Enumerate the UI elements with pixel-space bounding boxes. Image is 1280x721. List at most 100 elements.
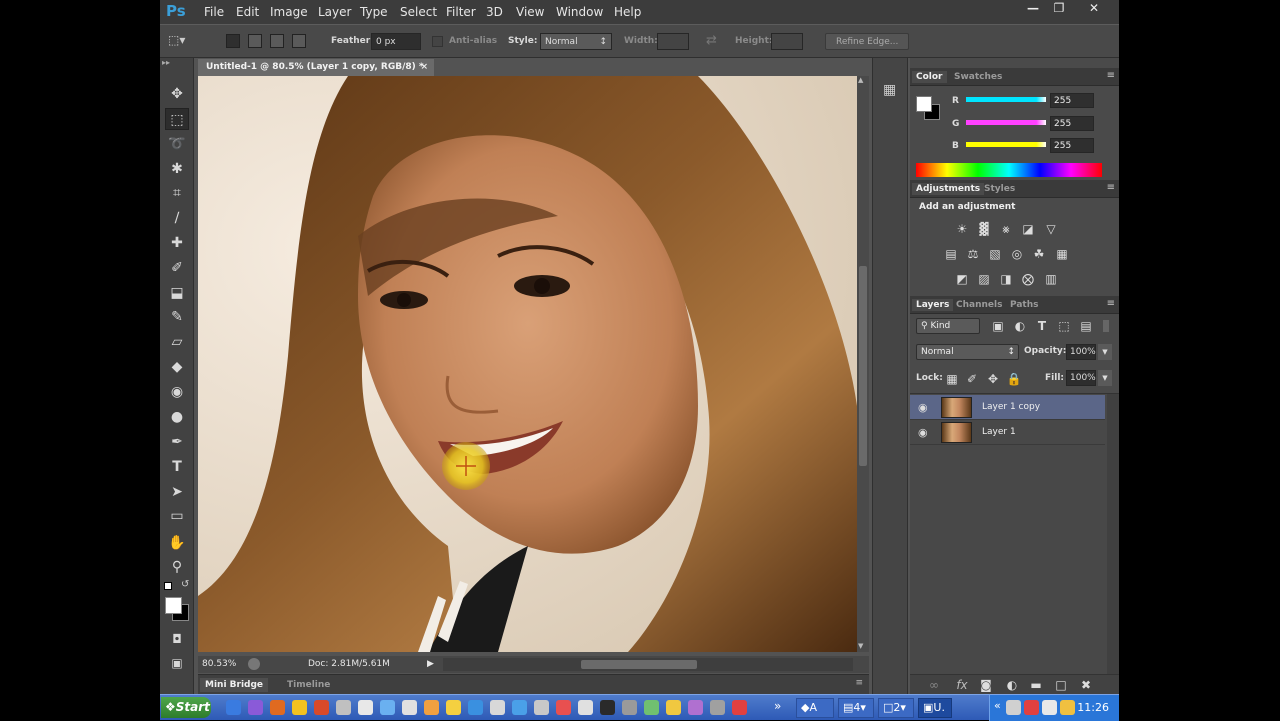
foreground-color-chip[interactable] [916, 96, 932, 112]
style-select[interactable]: Normal ↕ [540, 33, 612, 50]
layer-row[interactable]: ◉ Layer 1 copy [910, 395, 1105, 420]
visibility-eye-icon[interactable]: ◉ [918, 426, 928, 439]
layer-row[interactable]: ◉ Layer 1 [910, 420, 1105, 445]
app-icon[interactable] [600, 700, 615, 715]
document-tab[interactable]: Untitled-1 @ 80.5% (Layer 1 copy, RGB/8)… [198, 59, 434, 76]
taskbar-item-active[interactable]: ▣U. [918, 698, 952, 718]
app-icon[interactable] [688, 700, 703, 715]
restore-button[interactable]: ❐ [1047, 1, 1071, 17]
vibrance-icon[interactable]: ▽ [1043, 222, 1059, 236]
taskbar-group[interactable]: ▤4▾ [838, 698, 874, 718]
curves-icon[interactable]: ⨳ [998, 222, 1014, 236]
new-selection-icon[interactable] [226, 34, 240, 48]
app-icon[interactable] [468, 700, 483, 715]
gradient-map-icon[interactable]: ▥ [1043, 272, 1059, 286]
panel-menu-icon[interactable]: ≡ [1107, 70, 1115, 81]
app-icon[interactable] [446, 700, 461, 715]
link-layers-icon[interactable]: ∞ [926, 678, 942, 692]
filter-adjustment-icon[interactable]: ◐ [1012, 319, 1028, 333]
subtract-selection-icon[interactable] [270, 34, 284, 48]
tray-icon[interactable] [1024, 700, 1039, 715]
app-icon[interactable] [424, 700, 439, 715]
type-tool-icon[interactable]: T [165, 456, 189, 478]
status-info-icon[interactable] [248, 658, 260, 670]
new-group-icon[interactable]: ▬ [1028, 678, 1044, 692]
marquee-tool-icon[interactable]: ⬚ [165, 108, 189, 130]
app-icon[interactable] [534, 700, 549, 715]
tab-swatches[interactable]: Swatches [950, 71, 1006, 83]
crop-tool-icon[interactable]: ⌗ [165, 182, 189, 204]
taskbar-item[interactable]: ◆A [796, 698, 834, 718]
filter-pixel-icon[interactable]: ▣ [990, 319, 1006, 333]
eraser-tool-icon[interactable]: ▱ [165, 331, 189, 353]
refine-edge-button[interactable]: Refine Edge... [825, 33, 910, 50]
menu-type[interactable]: Type [360, 5, 388, 19]
taskbar-group[interactable]: □2▾ [878, 698, 914, 718]
chevron-left-icon[interactable]: « [994, 699, 1001, 712]
lock-position-icon[interactable]: ✥ [985, 372, 1001, 386]
scroll-down-icon[interactable]: ▼ [858, 642, 863, 650]
blue-channel-slider[interactable] [966, 142, 1046, 147]
quicklaunch-icon[interactable] [248, 700, 263, 715]
folder-icon[interactable] [292, 700, 307, 715]
menu-image[interactable]: Image [270, 5, 308, 19]
panel-menu-icon[interactable]: ≡ [1107, 298, 1115, 309]
blur-tool-icon[interactable]: ◉ [165, 381, 189, 403]
blue-channel-input[interactable]: 255 [1050, 138, 1094, 153]
height-input[interactable] [771, 33, 803, 50]
tray-icon[interactable] [1006, 700, 1021, 715]
selective-color-icon[interactable]: ⨂ [1020, 272, 1036, 286]
minimize-button[interactable]: — [1021, 1, 1045, 17]
paint-bucket-tool-icon[interactable]: ◆ [165, 356, 189, 378]
layer-style-icon[interactable]: fx [954, 678, 970, 692]
app-icon[interactable] [380, 700, 395, 715]
lock-pixels-icon[interactable]: ✐ [964, 372, 980, 386]
new-adjustment-layer-icon[interactable]: ◐ [1004, 678, 1020, 692]
app-icon[interactable] [336, 700, 351, 715]
filter-type-icon[interactable]: T [1034, 319, 1050, 333]
menu-layer[interactable]: Layer [318, 5, 351, 19]
red-channel-slider[interactable] [966, 97, 1046, 102]
vertical-scrollbar[interactable]: ▲ ▼ [857, 76, 869, 652]
dodge-tool-icon[interactable]: ● [165, 406, 189, 428]
app-icon[interactable] [622, 700, 637, 715]
tab-channels[interactable]: Channels [952, 299, 1006, 311]
stamp-tool-icon[interactable]: ⬓ [165, 282, 189, 304]
close-icon[interactable]: × [420, 62, 428, 72]
firefox-icon[interactable] [314, 700, 329, 715]
history-brush-tool-icon[interactable]: ✎ [165, 306, 189, 328]
menu-select[interactable]: Select [400, 5, 437, 19]
move-tool-icon[interactable]: ✥ [165, 83, 189, 105]
tab-mini-bridge[interactable]: Mini Bridge [200, 678, 269, 692]
tab-adjustments[interactable]: Adjustments [912, 183, 985, 195]
intersect-selection-icon[interactable] [292, 34, 306, 48]
swap-icon[interactable]: ⇄ [706, 33, 717, 48]
app-icon[interactable] [512, 700, 527, 715]
document-canvas[interactable] [198, 76, 857, 652]
tab-color[interactable]: Color [912, 71, 947, 83]
tab-layers[interactable]: Layers [912, 299, 954, 311]
brush-tool-icon[interactable]: ✐ [165, 257, 189, 279]
add-selection-icon[interactable] [248, 34, 262, 48]
screen-mode-icon[interactable]: ▣ [165, 652, 189, 674]
app-icon[interactable] [644, 700, 659, 715]
brightness-contrast-icon[interactable]: ☀ [954, 222, 970, 236]
browser-icon[interactable] [270, 700, 285, 715]
photo-filter-icon[interactable]: ◎ [1009, 247, 1025, 261]
quick-mask-icon[interactable]: ◘ [165, 628, 189, 650]
zoom-tool-icon[interactable]: ⚲ [165, 556, 189, 578]
rectangle-tool-icon[interactable]: ▭ [165, 505, 189, 527]
horizontal-scrollbar[interactable] [443, 658, 853, 671]
foreground-color-swatch[interactable] [165, 597, 182, 614]
app-icon[interactable] [490, 700, 505, 715]
history-panel-icon[interactable]: ▦ [883, 82, 896, 98]
chevron-double-right-icon[interactable]: » [774, 699, 781, 713]
tab-styles[interactable]: Styles [980, 183, 1019, 195]
app-icon[interactable] [578, 700, 593, 715]
menu-window[interactable]: Window [556, 5, 603, 19]
lock-transparency-icon[interactable]: ▦ [944, 372, 960, 386]
fill-input[interactable]: 100% [1066, 370, 1096, 386]
eyedropper-tool-icon[interactable]: ∕ [165, 207, 189, 229]
menu-filter[interactable]: Filter [446, 5, 476, 19]
antialias-checkbox[interactable] [432, 36, 443, 47]
